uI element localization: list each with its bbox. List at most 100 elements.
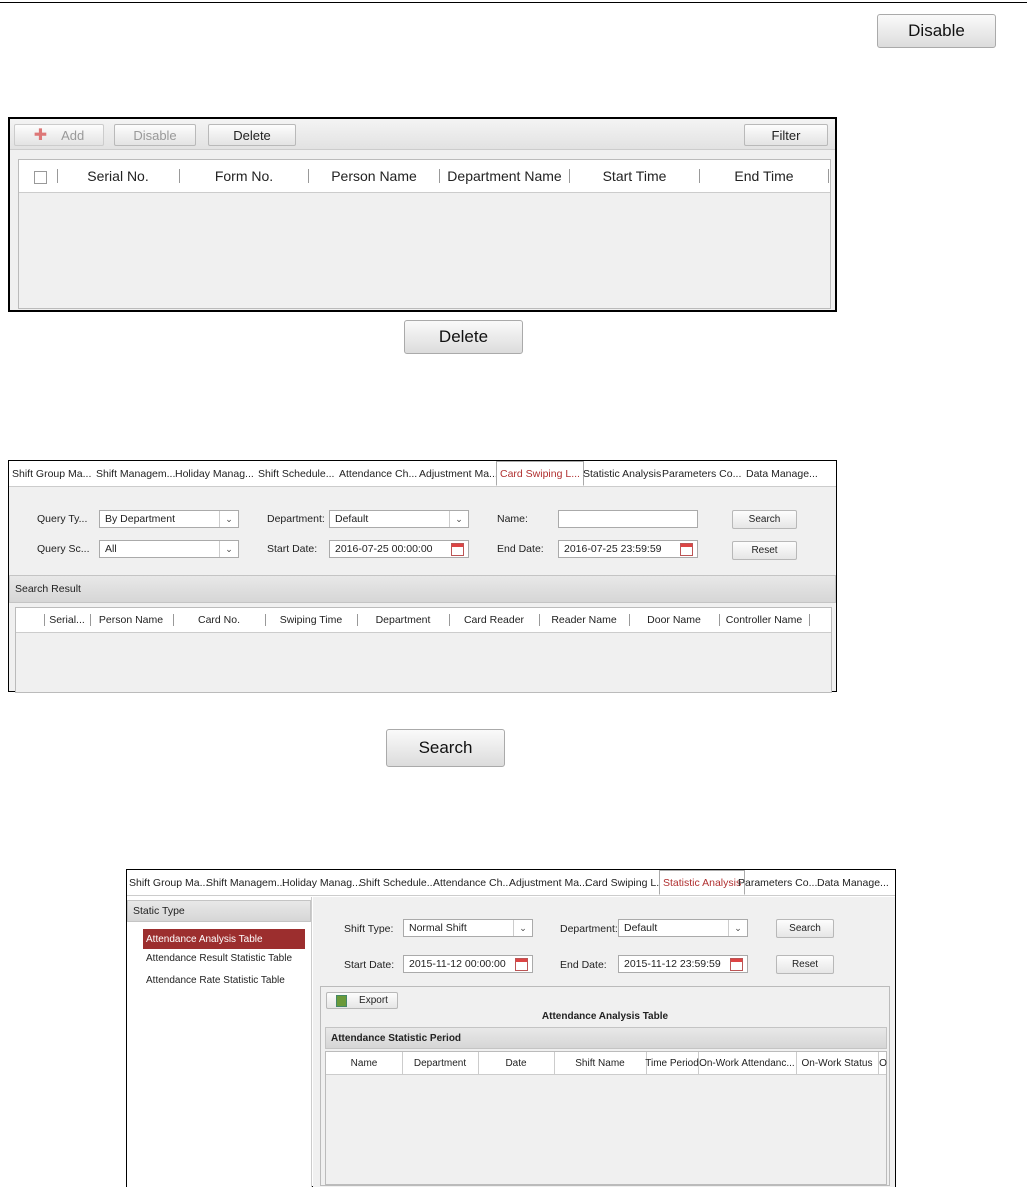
tab-holiday[interactable]: Holiday Manag... [282, 870, 361, 895]
calendar-icon[interactable] [680, 543, 693, 556]
calendar-icon[interactable] [730, 958, 743, 971]
reset-button[interactable]: Reset [732, 541, 797, 560]
report-title: Attendance Analysis Table [541, 1011, 669, 1022]
department-label: Department: [560, 923, 618, 935]
column-header[interactable]: Serial... [45, 608, 89, 632]
search-button[interactable]: Search [776, 919, 834, 938]
sidebar-header: Static Type [127, 900, 311, 922]
tab-bar: Shift Group Ma... Shift Managem... Holid… [127, 870, 895, 896]
tab-data-management[interactable]: Data Manage... [746, 461, 818, 486]
search-button[interactable]: Search [732, 510, 797, 529]
column-header[interactable]: Time Period [645, 1052, 699, 1074]
tab-attendance-check[interactable]: Attendance Ch... [433, 870, 511, 895]
search-result-table: Serial... Person Name Card No. Swiping T… [15, 607, 832, 693]
filter-button[interactable]: Filter [744, 124, 828, 146]
column-header[interactable]: Serial No. [59, 160, 177, 192]
column-header[interactable]: Swiping Time [266, 608, 356, 632]
column-header[interactable]: Card No. [174, 608, 264, 632]
end-date-label: End Date: [560, 959, 607, 971]
card-swiping-log-panel: Shift Group Ma... Shift Managem... Holid… [8, 460, 837, 693]
delete-button-large[interactable]: Delete [404, 320, 523, 354]
statistic-content: Shift Type: Normal Shift ⌄ Start Date: 2… [313, 897, 895, 1187]
chevron-down-icon: ⌄ [513, 920, 532, 936]
sidebar-item-attendance-result[interactable]: Attendance Result Statistic Table [146, 953, 292, 964]
query-scope-label: Query Sc... [37, 543, 90, 555]
query-type-label: Query Ty... [37, 513, 88, 525]
shift-type-label: Shift Type: [344, 923, 394, 935]
column-header[interactable]: Department Name [441, 160, 568, 192]
tab-shift-management[interactable]: Shift Managem... [206, 870, 285, 895]
tab-adjustment[interactable]: Adjustment Ma... [419, 461, 498, 486]
tab-holiday[interactable]: Holiday Manag... [175, 461, 254, 486]
add-icon: ✚ [33, 127, 48, 144]
tab-adjustment[interactable]: Adjustment Ma... [509, 870, 588, 895]
tab-statistic-analysis[interactable]: Statistic Analysis [659, 870, 746, 895]
delete-button[interactable]: Delete [208, 124, 296, 146]
select-all-checkbox[interactable] [34, 171, 47, 184]
column-header[interactable]: Form No. [181, 160, 307, 192]
tab-parameters[interactable]: Parameters Co... [738, 870, 817, 895]
tab-parameters[interactable]: Parameters Co... [662, 461, 741, 486]
column-header[interactable]: Person Name [91, 608, 171, 632]
reset-button[interactable]: Reset [776, 955, 834, 974]
tab-statistic-analysis[interactable]: Statistic Analysis [583, 461, 661, 486]
add-button[interactable]: ✚ Add [14, 124, 104, 146]
disable-button[interactable]: Disable [114, 124, 196, 146]
tab-card-swiping-log[interactable]: Card Swiping L... [496, 461, 584, 486]
tab-shift-schedule[interactable]: Shift Schedule... [258, 461, 334, 486]
column-header[interactable]: Door Name [630, 608, 718, 632]
column-header[interactable]: Card Reader [450, 608, 538, 632]
period-header: Attendance Statistic Period [325, 1027, 887, 1049]
end-date-field[interactable]: 2015-11-12 23:59:59 [618, 955, 748, 973]
tab-card-swiping-log[interactable]: Card Swiping L... [585, 870, 665, 895]
column-header[interactable]: On-Work [698, 1052, 740, 1074]
table-header: Serial No. Form No. Person Name Departme… [19, 160, 830, 193]
export-icon [336, 994, 348, 1007]
column-header[interactable]: On-Work Status [796, 1052, 879, 1074]
static-type-sidebar: Static Type Attendance Analysis Table At… [127, 897, 312, 1187]
column-header[interactable]: End Time [701, 160, 827, 192]
disable-button-large[interactable]: Disable [877, 14, 996, 48]
column-header[interactable]: Start Time [571, 160, 698, 192]
query-form: Query Ty... By Department ⌄ Query Sc... … [9, 487, 836, 575]
tab-attendance-check[interactable]: Attendance Ch... [339, 461, 417, 486]
column-header[interactable]: Department [402, 1052, 479, 1074]
calendar-icon[interactable] [515, 958, 528, 971]
column-header[interactable]: Attendanc... [740, 1052, 797, 1074]
search-button-large[interactable]: Search [386, 729, 505, 767]
department-select[interactable]: Default ⌄ [329, 510, 469, 528]
name-input[interactable] [558, 510, 698, 528]
department-select[interactable]: Default ⌄ [618, 919, 748, 937]
calendar-icon[interactable] [451, 543, 464, 556]
name-label: Name: [497, 513, 528, 525]
column-header[interactable]: Shift Name [554, 1052, 647, 1074]
chevron-down-icon: ⌄ [219, 511, 238, 527]
department-label: Department: [267, 513, 325, 525]
end-date-field[interactable]: 2016-07-25 23:59:59 [558, 540, 698, 558]
chevron-down-icon: ⌄ [728, 920, 747, 936]
column-header[interactable]: Department [358, 608, 448, 632]
query-type-select[interactable]: By Department ⌄ [99, 510, 239, 528]
tab-shift-group[interactable]: Shift Group Ma... [129, 870, 208, 895]
chevron-down-icon: ⌄ [449, 511, 468, 527]
tab-shift-group[interactable]: Shift Group Ma... [12, 461, 91, 486]
chevron-down-icon: ⌄ [219, 541, 238, 557]
start-date-field[interactable]: 2016-07-25 00:00:00 [329, 540, 469, 558]
sidebar-item-attendance-rate[interactable]: Attendance Rate Statistic Table [146, 975, 285, 986]
application-form-panel: ✚ Add Disable Delete Filter Serial No. F… [8, 117, 837, 312]
sidebar-item-attendance-analysis[interactable]: Attendance Analysis Table [143, 929, 305, 949]
tab-shift-management[interactable]: Shift Managem... [96, 461, 175, 486]
query-scope-select[interactable]: All ⌄ [99, 540, 239, 558]
column-header[interactable]: Date [478, 1052, 555, 1074]
column-header[interactable]: O [878, 1052, 888, 1074]
tab-data-management[interactable]: Data Manage... [817, 870, 889, 895]
column-header[interactable]: Reader Name [540, 608, 628, 632]
column-header[interactable]: Controller Name [720, 608, 808, 632]
column-header[interactable]: Person Name [310, 160, 438, 192]
export-button[interactable]: Export [326, 992, 398, 1009]
column-header[interactable]: Name [326, 1052, 403, 1074]
tab-shift-schedule[interactable]: Shift Schedule... [359, 870, 435, 895]
shift-type-select[interactable]: Normal Shift ⌄ [403, 919, 533, 937]
start-date-field[interactable]: 2015-11-12 00:00:00 [403, 955, 533, 973]
tab-bar: Shift Group Ma... Shift Managem... Holid… [9, 461, 836, 487]
